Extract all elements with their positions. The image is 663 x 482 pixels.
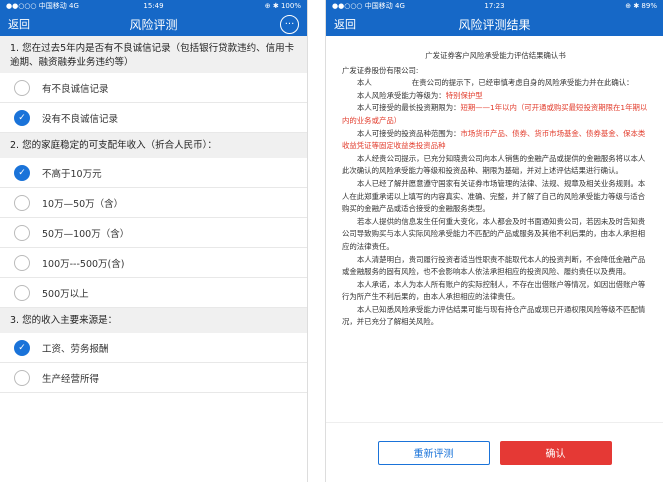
option-label: 100万---500万(含) <box>42 258 125 270</box>
clock: 15:49 <box>143 2 164 10</box>
status-bar: ●●○○○ 中国移动 4G 15:49 ⊕ ✱ 100% <box>0 0 307 12</box>
paragraph-risk-level: 本人风险承受能力等级为：特别保护型 <box>342 90 649 103</box>
status-bar: ●●○○○ 中国移动 4G 17:23 ⊕ ✱ 89% <box>326 0 663 12</box>
confirm-button[interactable]: 确认 <box>499 440 612 465</box>
questionnaire: 1. 您在过去5年内是否有不良诚信记录（包括银行贷款违约、信用卡逾期、融资融券业… <box>0 36 307 393</box>
paragraph-term: 本人可接受的最长投资期限为：短期——1年以内（可开通或购买最短投资期限在1年期以… <box>342 102 649 127</box>
more-icon[interactable]: ··· <box>280 15 299 34</box>
paragraph-8: 本人清楚明白，贵司履行投资者适当性职责不能取代本人的投资判断，不会降低金融产品或… <box>342 254 646 277</box>
radio-checked-icon[interactable]: ✓ <box>14 164 30 181</box>
radio-unchecked-icon[interactable] <box>14 284 30 301</box>
paragraph-9: 本人承诺，本人为本人所有账户的实际控制人，不存在出借账户等情况，如因出借账户等行… <box>342 279 646 302</box>
radio-checked-icon[interactable]: ✓ <box>14 109 30 126</box>
text-span: 本人 <box>357 78 372 88</box>
option-label: 有不良诚信记录 <box>42 83 109 95</box>
q2-option-1[interactable]: ✓ 不高于10万元 <box>0 158 307 188</box>
option-label: 10万—50万（含） <box>42 198 124 210</box>
option-label: 工资、劳务报酬 <box>42 343 109 355</box>
radio-unchecked-icon[interactable] <box>14 224 30 241</box>
nav-bar: 返回 风险评测 ··· <box>0 12 307 36</box>
clock: 17:23 <box>484 2 505 10</box>
question-1: 1. 您在过去5年内是否有不良诚信记录（包括银行贷款违约、信用卡逾期、融资融券业… <box>0 36 307 73</box>
question-2: 2. 您的家庭稳定的可支配年收入（折合人民币）： <box>0 133 307 158</box>
option-label: 生产经营所得 <box>42 373 100 385</box>
q1-option-1[interactable]: 有不良诚信记录 <box>0 73 307 103</box>
q3-option-2[interactable]: 生产经营所得 <box>0 363 307 393</box>
confirmation-document: 广发证券客户风险承受能力评估结果确认书 广发证券股份有限公司: 本人 在贵公司的提… <box>326 36 663 436</box>
q2-option-2[interactable]: 10万—50万（含） <box>0 188 307 218</box>
nav-bar: 返回 风险评测结果 <box>326 12 663 36</box>
paragraph-6: 本人已经了解并愿意遵守国家有关证券市场管理的法律、法规、规章及相关业务规则。本人… <box>342 178 646 214</box>
option-label: 50万—100万（含） <box>42 228 130 240</box>
radio-unchecked-icon[interactable] <box>14 254 30 271</box>
risk-level-value: 特别保护型 <box>445 90 483 100</box>
option-label: 没有不良诚信记录 <box>42 113 119 125</box>
text-span: 在贵公司的提示下，已经审慎考虑自身的风险承受能力并在此确认： <box>411 78 634 88</box>
screenshot-pair: ●●○○○ 中国移动 4G 15:49 ⊕ ✱ 100% 返回 风险评测 ···… <box>0 0 663 482</box>
risk-assessment-screen: ●●○○○ 中国移动 4G 15:49 ⊕ ✱ 100% 返回 风险评测 ···… <box>0 0 308 482</box>
risk-result-screen: ●●○○○ 中国移动 4G 17:23 ⊕ ✱ 89% 返回 风险评测结果 广发… <box>325 0 663 482</box>
radio-checked-icon[interactable]: ✓ <box>14 339 30 356</box>
radio-unchecked-icon[interactable] <box>14 79 30 96</box>
paragraph-7: 若本人提供的信息发生任何重大变化，本人都会及时书面通知贵公司，若因未及时告知贵公… <box>342 216 646 251</box>
paragraph-products: 本人可接受的投资品种范围为：市场货币产品、债券、货币市场基金、债券基金、保本类收… <box>342 128 649 153</box>
addressee: 广发证券股份有限公司: <box>342 65 419 75</box>
q3-option-1[interactable]: ✓ 工资、劳务报酬 <box>0 333 307 363</box>
document-title: 广发证券客户风险承受能力评估结果确认书 <box>425 51 566 60</box>
question-3: 3. 您的收入主要来源是： <box>0 308 307 333</box>
radio-unchecked-icon[interactable] <box>14 369 30 386</box>
retest-button[interactable]: 重新评测 <box>377 440 490 465</box>
back-button[interactable]: 返回 <box>334 16 356 32</box>
q2-option-3[interactable]: 50万—100万（含） <box>0 218 307 248</box>
paragraph-intro: 本人 在贵公司的提示下，已经审慎考虑自身的风险承受能力并在此确认： <box>342 77 649 90</box>
page-title: 风险评测结果 <box>458 17 531 32</box>
q2-option-4[interactable]: 100万---500万(含) <box>0 248 307 278</box>
page-title: 风险评测 <box>129 17 178 32</box>
paragraph-10: 本人已知悉风险承受能力评估结果可能与现有持仓产品或现已开通权限风险等级不匹配情况… <box>342 304 646 327</box>
text-span: 本人风险承受能力等级为： <box>357 90 446 100</box>
q1-option-2[interactable]: ✓ 没有不良诚信记录 <box>0 103 307 133</box>
back-button[interactable]: 返回 <box>8 16 30 32</box>
action-bar: 重新评测 确认 <box>326 422 663 482</box>
option-label: 500万以上 <box>42 288 89 300</box>
paragraph-5: 本人经贵公司提示，已充分知晓贵公司向本人销售的金融产品或提供的金融服务将以本人此… <box>342 153 646 176</box>
option-label: 不高于10万元 <box>42 168 102 180</box>
radio-unchecked-icon[interactable] <box>14 194 30 211</box>
text-span: 本人可接受的投资品种范围为： <box>357 128 461 138</box>
q2-option-5[interactable]: 500万以上 <box>0 278 307 308</box>
text-span: 本人可接受的最长投资期限为： <box>357 103 461 113</box>
